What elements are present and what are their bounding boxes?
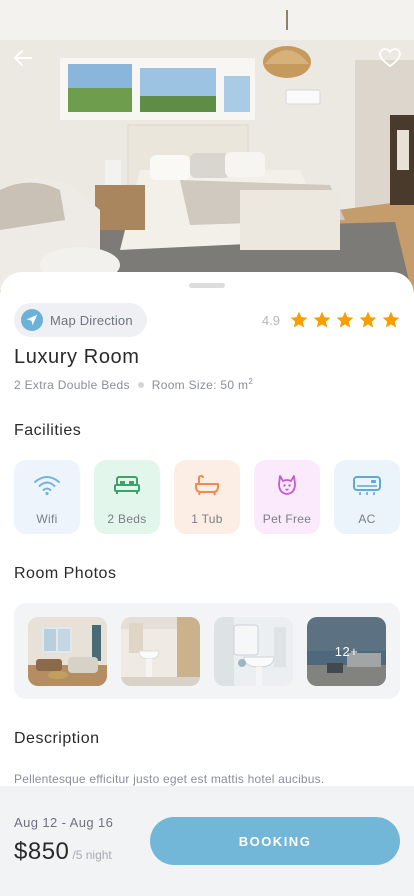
facilities-heading: Facilities — [14, 422, 82, 439]
facility-tub[interactable]: 1 Tub — [174, 460, 240, 534]
room-photo-thumbnail[interactable] — [28, 616, 107, 686]
facility-label: Wifi — [36, 512, 58, 526]
price-amount: $850 — [14, 838, 70, 865]
air-conditioner-icon — [352, 472, 382, 498]
map-direction-label: Map Direction — [50, 312, 133, 328]
favorite-button[interactable] — [374, 42, 406, 74]
room-size-text: Room Size: 50 m2 — [151, 377, 254, 392]
room-photos-heading: Room Photos — [14, 565, 117, 582]
heart-icon — [379, 48, 401, 67]
room-photo-thumbnail[interactable] — [214, 616, 293, 686]
star-icon — [313, 311, 331, 328]
star-icon — [336, 311, 354, 328]
facilities-list: Wifi 2 Beds 1 Tub Pet Free AC — [14, 460, 400, 534]
star-icon — [359, 311, 377, 328]
facility-label: 2 Beds — [107, 512, 147, 526]
facility-label: Pet Free — [262, 512, 312, 526]
room-photo-more[interactable]: 12+ — [307, 616, 386, 686]
more-photos-count: 12+ — [334, 643, 359, 659]
description-heading: Description — [14, 730, 100, 747]
room-hero-photo — [0, 0, 414, 300]
room-specs: 2 Extra Double Beds Room Size: 50 m2 — [14, 377, 253, 392]
drag-handle[interactable] — [189, 283, 225, 288]
room-photo-thumbnail[interactable] — [121, 616, 200, 686]
facility-ac[interactable]: AC — [334, 460, 400, 534]
facility-beds[interactable]: 2 Beds — [94, 460, 160, 534]
navigation-icon — [21, 309, 43, 331]
facility-label: AC — [358, 512, 376, 526]
star-icon — [382, 311, 400, 328]
rating: 4.9 — [262, 310, 401, 330]
bedroom-photo — [0, 0, 414, 300]
booking-button[interactable]: BOOKING — [150, 817, 400, 865]
separator-dot — [137, 381, 144, 388]
star-icon — [290, 311, 308, 328]
booking-bar: Aug 12 - Aug 16 $850 /5 night BOOKING — [0, 786, 414, 896]
price-period: /5 night — [72, 848, 112, 862]
pet-icon — [275, 472, 299, 498]
price: $850 /5 night — [14, 838, 112, 866]
bathtub-icon — [193, 472, 221, 498]
bed-count-text: 2 Extra Double Beds — [14, 377, 130, 392]
map-direction-button[interactable]: Map Direction — [14, 303, 147, 337]
back-button[interactable] — [7, 42, 39, 74]
facility-label: 1 Tub — [191, 512, 223, 526]
rating-value: 4.9 — [261, 312, 280, 328]
facility-wifi[interactable]: Wifi — [14, 460, 80, 534]
booking-dates: Aug 12 - Aug 16 — [14, 815, 114, 830]
wifi-icon — [33, 472, 61, 498]
room-photos-gallery: 12+ — [14, 603, 400, 699]
facility-pet[interactable]: Pet Free — [254, 460, 320, 534]
description-text: Pellentesque efficitur justo eget est ma… — [14, 772, 325, 786]
bed-icon — [113, 472, 141, 498]
arrow-left-icon — [14, 50, 32, 66]
room-title: Luxury Room — [14, 346, 140, 368]
